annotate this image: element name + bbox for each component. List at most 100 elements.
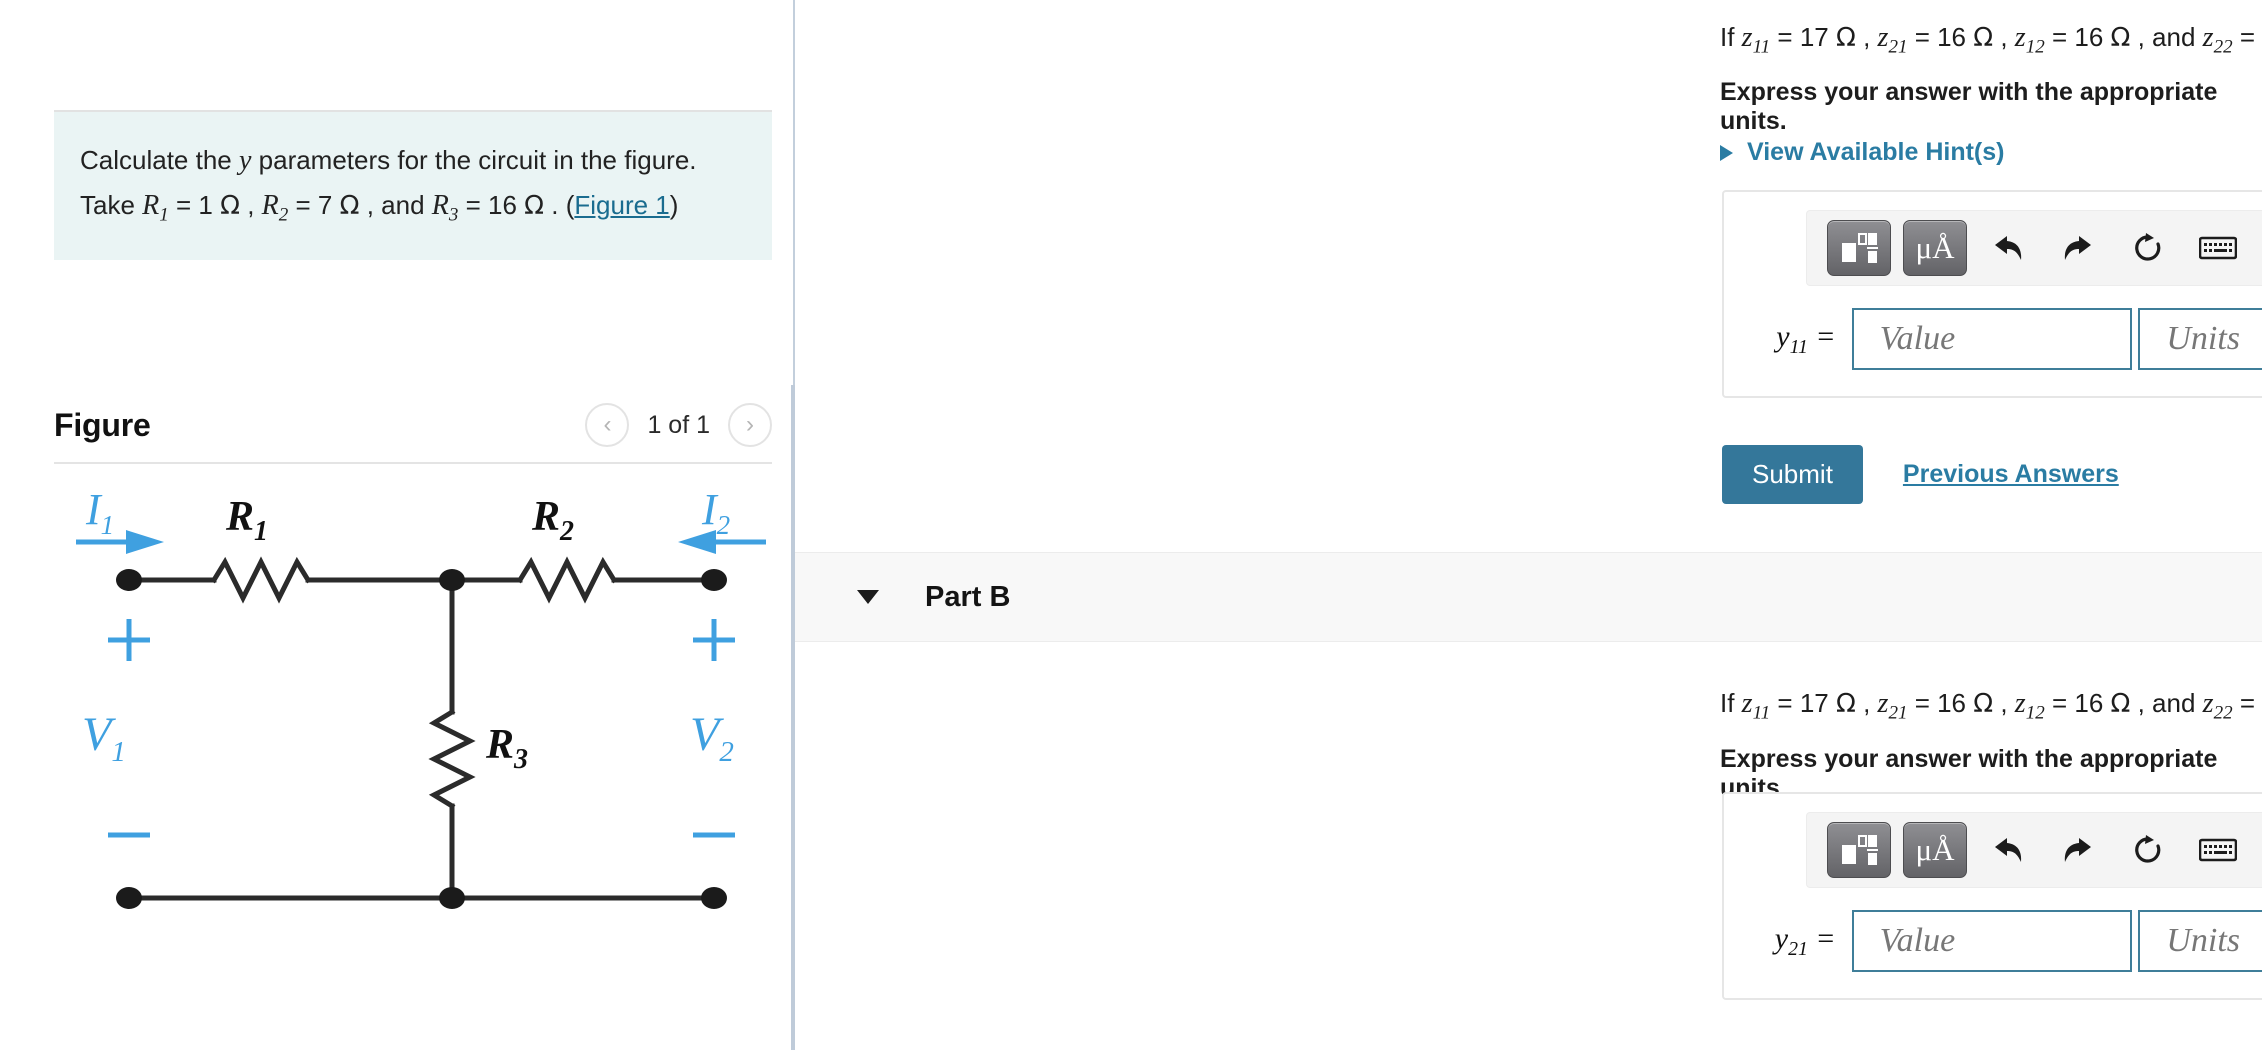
qb-sep-1: , xyxy=(1855,688,1878,718)
part-a-units-input[interactable]: Units xyxy=(2138,308,2262,370)
z12-symbol: z12 xyxy=(2014,22,2045,58)
hints-label: View Available Hint(s) xyxy=(1747,138,2005,166)
z22-value: = 23 xyxy=(2239,22,2262,52)
figure-prev-button[interactable]: ‹ xyxy=(585,403,630,447)
statement-var-y: y xyxy=(238,145,252,176)
part-b-header[interactable]: Part B xyxy=(795,552,2262,642)
part-a-view-hints[interactable]: View Available Hint(s) xyxy=(1720,138,2004,167)
label-v2: V2 xyxy=(690,708,734,768)
q-prefix: If xyxy=(1720,22,1742,52)
sep-2: , and xyxy=(359,190,432,221)
keyboard-icon[interactable] xyxy=(2189,221,2247,275)
part-b-math-toolbar: μÅ xyxy=(1806,812,2262,888)
figure-header: Figure ‹ 1 of 1 › xyxy=(54,392,772,458)
z12-unit: Ω xyxy=(2110,23,2131,53)
math-template-button-b[interactable] xyxy=(1827,822,1891,878)
sep-1: , xyxy=(239,190,262,221)
circuit-nodes xyxy=(116,569,727,909)
math-units-button-b[interactable]: μÅ xyxy=(1903,822,1967,878)
r3-value: = 16 xyxy=(458,190,525,221)
zb11-unit: Ω xyxy=(1835,689,1856,719)
z12-value: = 16 xyxy=(2044,22,2111,52)
reset-icon[interactable] xyxy=(2119,221,2177,275)
figure-heading: Figure xyxy=(54,406,151,443)
circuit-diagram: I1 I2 V1 V2 R1 R2 R3 xyxy=(54,490,772,970)
node-top-left xyxy=(116,569,142,591)
reset-circle-icon-b xyxy=(2135,835,2161,863)
math-units-button[interactable]: μÅ xyxy=(1903,220,1967,276)
zb12-unit: Ω xyxy=(2110,689,2131,719)
tail-close: ) xyxy=(669,190,679,221)
part-a-previous-answers-link[interactable]: Previous Answers xyxy=(1903,460,2119,489)
undo-icon[interactable] xyxy=(1979,221,2037,275)
redo-icon-b[interactable] xyxy=(2049,823,2107,877)
figure-next-button[interactable]: › xyxy=(728,403,772,447)
part-a-submit-button[interactable]: Submit xyxy=(1722,445,1863,504)
part-b-collapse-caret-icon[interactable] xyxy=(857,590,879,604)
node-bottom-left xyxy=(116,887,142,909)
part-a-instruction: Express your answer with the appropriate… xyxy=(1720,78,2218,135)
r1-unit: Ω xyxy=(220,191,240,222)
keyboard-glyph-icon xyxy=(2199,236,2237,260)
q-sep-1: , xyxy=(1855,22,1878,52)
zb22-value: = 23 xyxy=(2239,688,2262,718)
statement-text-post: parameters for the circuit in the figure… xyxy=(251,145,697,175)
polarity-marks xyxy=(108,619,735,838)
keyboard-glyph-icon-b xyxy=(2199,838,2237,862)
template-icon-b xyxy=(1842,835,1878,865)
node-bottom-center xyxy=(439,887,465,909)
figure-1-link[interactable]: Figure 1 xyxy=(574,190,669,220)
part-a-answer-row: y11 = Value Units xyxy=(1746,308,2262,370)
part-a-value-input[interactable]: Value xyxy=(1851,308,2133,370)
undo-icon-b[interactable] xyxy=(1979,823,2037,877)
z11-symbol: z11 xyxy=(1741,22,1771,58)
node-top-center xyxy=(439,569,465,591)
part-b-answer-card: μÅ y21 = Value Units xyxy=(1722,792,2262,1000)
circuit-svg: I1 I2 V1 V2 R1 R2 R3 xyxy=(76,490,766,909)
part-a-question: If z11 = 17 Ω , z21 = 16 Ω , z12 = 16 Ω … xyxy=(1720,22,2262,59)
reset-icon-b[interactable] xyxy=(2119,823,2177,877)
redo-icon[interactable] xyxy=(2049,221,2107,275)
zb21-unit: Ω xyxy=(1973,689,1994,719)
zb12-value: = 16 xyxy=(2044,688,2111,718)
circuit-wires xyxy=(126,556,717,901)
left-pane: Calculate the y parameters for the circu… xyxy=(0,0,795,1050)
r1-value: = 1 xyxy=(168,190,221,221)
math-template-button[interactable] xyxy=(1827,220,1891,276)
take-text: Take xyxy=(80,190,143,221)
part-b-title: Part B xyxy=(925,580,1011,613)
problem-statement-line-2: Take R1 = 1 Ω , R2 = 7 Ω , and R3 = 16 Ω… xyxy=(80,183,746,231)
z21-unit: Ω xyxy=(1973,23,1994,53)
label-i1: I1 xyxy=(85,490,114,540)
keyboard-icon-b[interactable] xyxy=(2189,823,2247,877)
r2-value: = 7 xyxy=(288,190,340,221)
r1-symbol: R1 xyxy=(142,190,169,226)
figure-page-count: 1 of 1 xyxy=(647,410,710,439)
part-b-units-input[interactable]: Units xyxy=(2138,910,2262,972)
qb-sep-3: , and xyxy=(2130,688,2203,718)
part-a-math-toolbar: μÅ xyxy=(1806,210,2262,286)
zb12-symbol: z12 xyxy=(2014,688,2045,724)
part-a-answer-card: μÅ y11 = Value Units xyxy=(1722,190,2262,398)
figure-divider xyxy=(54,462,772,464)
undo-arrow-icon xyxy=(1995,236,2022,260)
part-a-answer-label: y11 = xyxy=(1776,319,1836,358)
q-sep-3: , and xyxy=(2130,22,2203,52)
template-icon xyxy=(1842,233,1878,263)
part-b-question: If z11 = 17 Ω , z21 = 16 Ω , z12 = 16 Ω … xyxy=(1720,688,2262,725)
redo-arrow-icon xyxy=(2064,236,2091,260)
zb21-value: = 16 xyxy=(1907,688,1974,718)
zb11-value: = 17 xyxy=(1770,688,1836,718)
zb21-symbol: z21 xyxy=(1877,688,1908,724)
part-b-answer-row: y21 = Value Units xyxy=(1746,910,2262,972)
r3-unit: Ω xyxy=(524,191,545,222)
label-r3: R3 xyxy=(485,722,528,775)
hints-caret-icon xyxy=(1720,144,1733,161)
qb-sep-2: , xyxy=(1993,688,2015,718)
part-b-answer-label: y21 = xyxy=(1774,921,1836,960)
q-sep-2: , xyxy=(1993,22,2015,52)
reset-circle-icon xyxy=(2135,233,2161,261)
tail-text: . ( xyxy=(544,190,575,221)
undo-arrow-icon-b xyxy=(1995,838,2022,862)
part-b-value-input[interactable]: Value xyxy=(1851,910,2133,972)
